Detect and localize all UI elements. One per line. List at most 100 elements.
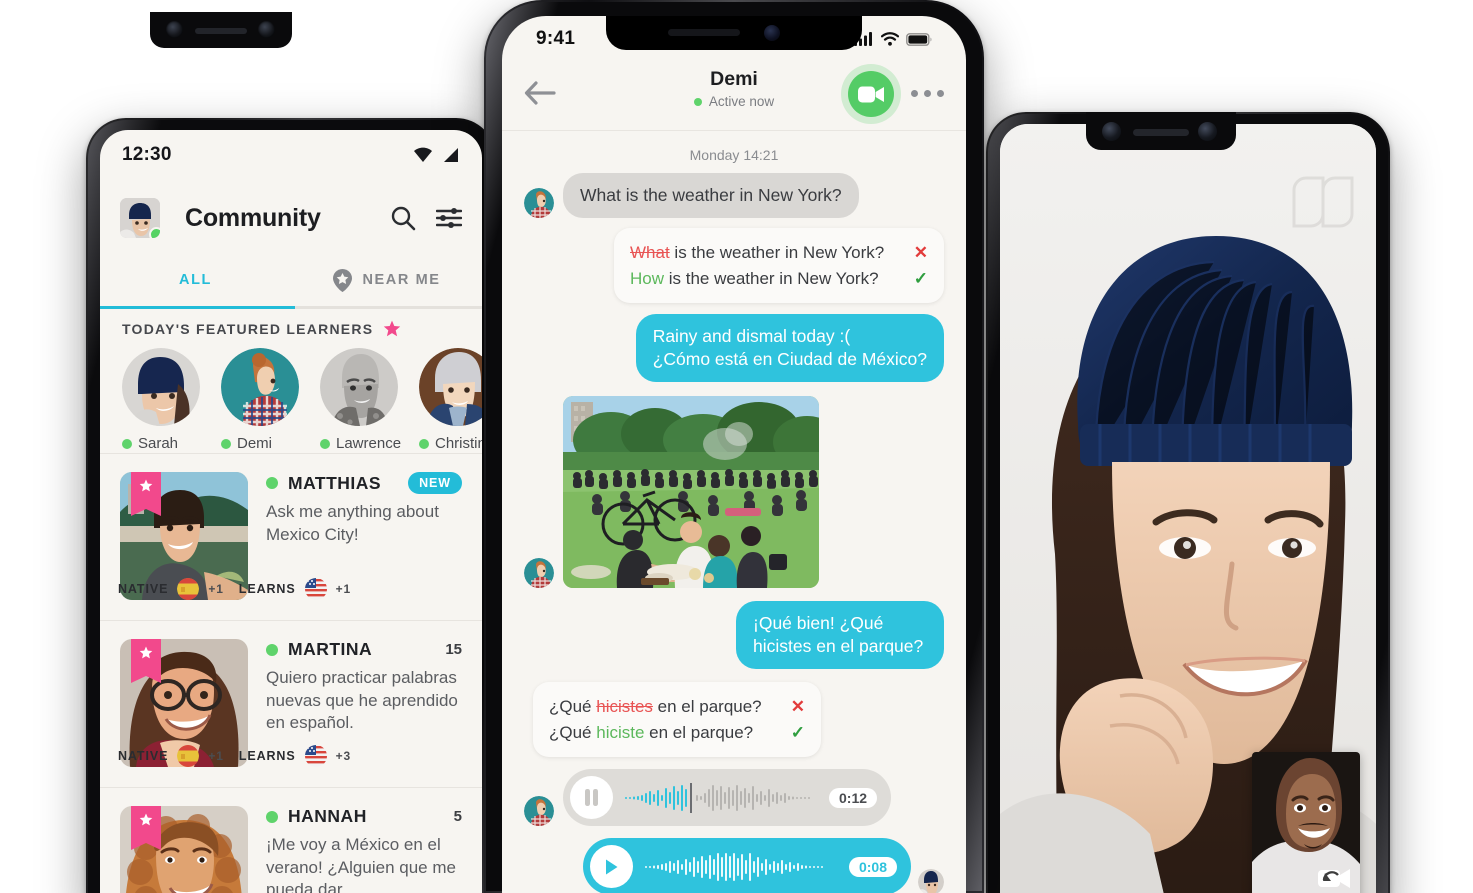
- voice-duration: 0:08: [848, 856, 897, 877]
- wifi-icon: [414, 147, 432, 162]
- featured-learner[interactable]: Christina: [419, 348, 482, 452]
- featured-learner[interactable]: Demi: [221, 348, 299, 452]
- chat-bubble-outgoing: Rainy and dismal today :( ¿Cómo está en …: [635, 314, 944, 383]
- earpiece-speaker: [1133, 129, 1189, 136]
- avatar: [524, 558, 554, 589]
- dot: [937, 90, 944, 97]
- online-status-dot: [149, 227, 160, 238]
- learner-message: Quiero practicar palabras nuevas que he …: [266, 668, 458, 733]
- featured-name: Demi: [237, 435, 273, 452]
- avatar-image: [320, 348, 398, 426]
- avatar: [918, 869, 944, 893]
- chat-subtitle: Active now: [502, 94, 966, 109]
- cross-icon: ✕: [913, 243, 928, 263]
- list-item-header: HANNAH 5: [266, 806, 462, 827]
- center-phone-chat: 9:41 Demi Active now Monday 14:21 What i…: [484, 0, 984, 893]
- more-options-icon[interactable]: [911, 90, 944, 97]
- avatar[interactable]: [120, 198, 160, 238]
- dot: [924, 90, 931, 97]
- voice-message-outgoing[interactable]: 0:08: [582, 838, 911, 893]
- tab-all[interactable]: ALL: [100, 256, 291, 304]
- learns-plus-count: +3: [335, 749, 352, 763]
- right-phone-video-call: [986, 112, 1390, 893]
- list-item[interactable]: MARTINA 15 Quiero practicar palabras nue…: [100, 621, 482, 787]
- language-row: NATIVE +1 LEARNS: [118, 578, 351, 600]
- wrong-suffix: en el parque?: [652, 697, 762, 717]
- waveform[interactable]: [643, 852, 839, 882]
- online-status-dot: [419, 438, 429, 449]
- online-status-dot: [266, 643, 278, 656]
- message-row: 0:12: [524, 769, 944, 827]
- chat-bubble-incoming: What is the weather in New York?: [563, 173, 859, 219]
- online-status-dot: [266, 477, 278, 489]
- pip-self-view[interactable]: [1252, 752, 1360, 893]
- list-item-body: MARTINA 15 Quiero practicar palabras nue…: [118, 639, 462, 787]
- spain-flag: [177, 745, 200, 767]
- picnic-in-park-photo: [563, 396, 819, 589]
- chat-header: Demi Active now: [502, 64, 966, 126]
- left-phone-screen: 12:30 Community ALL NEAR ME TODAY'S FEAT…: [100, 130, 482, 893]
- waveform[interactable]: [623, 782, 819, 813]
- unread-count: 15: [445, 641, 462, 658]
- list-item[interactable]: HANNAH 5 ¡Me voy a México en el verano! …: [100, 788, 482, 893]
- learns-plus-count: +1: [335, 582, 352, 596]
- tab-near-me[interactable]: NEAR ME: [291, 256, 482, 304]
- play-icon[interactable]: [589, 845, 633, 889]
- chat-subtitle-label: Active now: [708, 94, 775, 109]
- star-icon: [139, 813, 153, 826]
- struck-word: What: [630, 243, 670, 263]
- learner-name: MARTINA: [288, 639, 373, 659]
- pause-icon[interactable]: [570, 776, 613, 820]
- correction-card[interactable]: ¿Qué hicistes en el parque? ✕ ¿Qué hicis…: [533, 682, 821, 758]
- avatar-image: [524, 558, 554, 589]
- video-call-button[interactable]: [848, 71, 894, 117]
- message-row: 0:08: [524, 838, 944, 893]
- right-phone-notch: [1086, 112, 1236, 150]
- left-phone-community: 12:30 Community ALL NEAR ME TODAY'S FEAT…: [86, 118, 496, 893]
- right-phone-screen: [1000, 124, 1376, 893]
- community-tabs: ALL NEAR ME: [100, 256, 482, 304]
- message-row: ¡Qué bien! ¿Qué hicistes en el parque?: [524, 601, 944, 670]
- native-label: NATIVE: [118, 582, 169, 596]
- chat-thread[interactable]: Monday 14:21 What is the weather in New …: [502, 131, 966, 893]
- correction-card[interactable]: What is the weather in New York? ✕ How i…: [614, 228, 944, 304]
- voice-message-incoming[interactable]: 0:12: [563, 769, 892, 827]
- camera-lens-icon: [166, 21, 183, 38]
- left-phone-notch: [150, 12, 292, 48]
- right-suffix: en el parque?: [644, 722, 754, 742]
- message-row: [524, 396, 944, 589]
- status-time: 9:41: [536, 28, 576, 49]
- signal-icon: [444, 148, 458, 162]
- featured-avatar: [320, 348, 398, 426]
- avatar-image: [524, 796, 554, 827]
- corrected-word: How: [630, 268, 665, 288]
- avatar: [524, 188, 554, 219]
- dot: [911, 90, 918, 97]
- language-row: NATIVE +1 LEARNS: [118, 745, 351, 767]
- featured-learner[interactable]: Lawrence: [320, 348, 401, 452]
- avatar: [524, 796, 554, 827]
- featured-learner[interactable]: Sarah: [122, 348, 200, 452]
- unread-count: 5: [453, 808, 462, 825]
- filter-sliders-icon[interactable]: [436, 207, 462, 229]
- status-icons: [854, 32, 932, 46]
- list-item-body: HANNAH 5 ¡Me voy a México en el verano! …: [248, 806, 462, 893]
- avatar-image: [221, 348, 299, 426]
- list-item-header: MARTINA 15: [266, 639, 462, 660]
- flip-camera-icon[interactable]: [1316, 862, 1354, 893]
- online-status-dot: [693, 97, 702, 106]
- app-bar-actions: [390, 205, 462, 231]
- message-row: What is the weather in New York?: [524, 173, 944, 219]
- correction-wrong-text: ¿Qué hicistes en el parque?: [549, 694, 781, 720]
- photo-message[interactable]: [563, 396, 819, 589]
- community-app-bar: Community: [100, 182, 482, 254]
- list-item[interactable]: MATTHIAS NEW Ask me anything about Mexic…: [100, 454, 482, 620]
- search-icon[interactable]: [390, 205, 416, 231]
- corrected-word: hiciste: [596, 722, 645, 742]
- tab-indicator-rail: [100, 306, 482, 309]
- learns-label: LEARNS: [238, 749, 296, 763]
- featured-avatar: [419, 348, 482, 426]
- screenshot-root: 12:30 Community ALL NEAR ME TODAY'S FEAT…: [0, 0, 1473, 893]
- location-pin-star-icon: [333, 268, 353, 292]
- learner-message: Ask me anything about Mexico City!: [266, 502, 439, 544]
